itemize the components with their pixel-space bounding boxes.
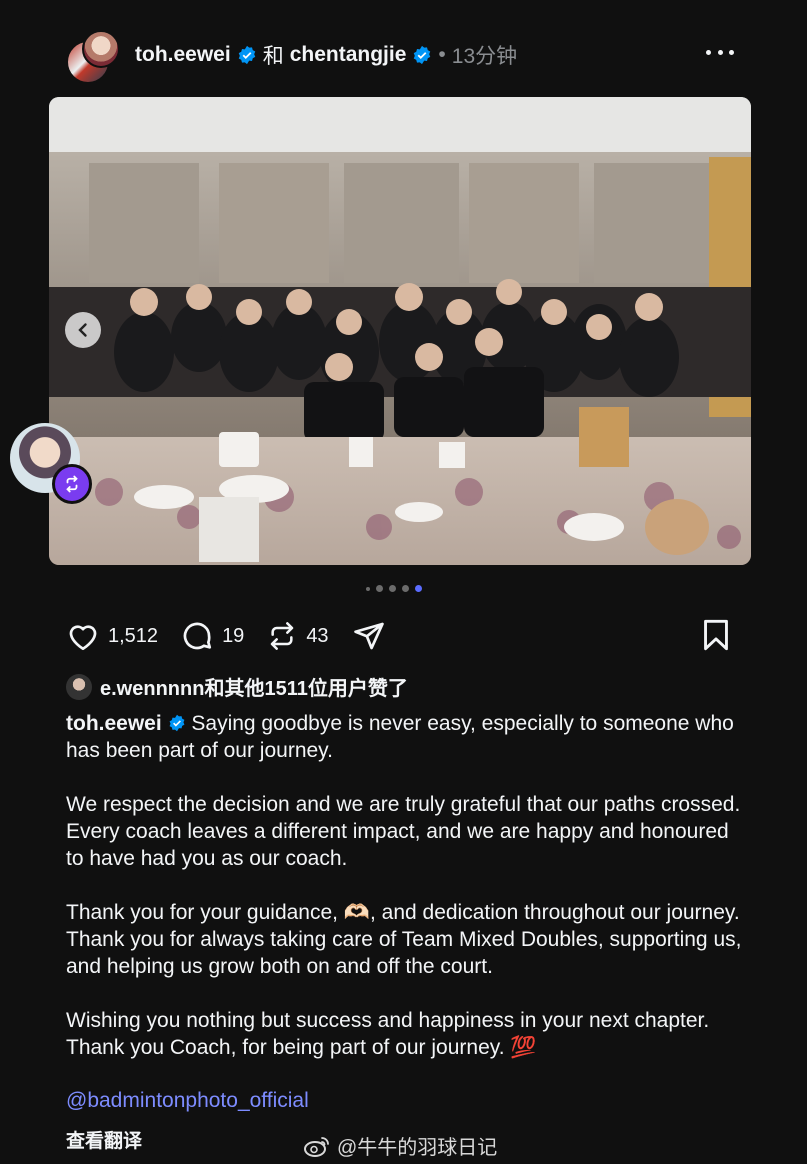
repost-badge[interactable]	[52, 464, 92, 504]
bookmark-button[interactable]	[700, 618, 732, 657]
caption-paragraph: Thank you for your guidance, 🫶🏻, and ded…	[66, 901, 742, 978]
repost-button[interactable]: 43	[266, 619, 329, 653]
caption-text: Saying goodbye is never easy, especially…	[66, 712, 734, 762]
post-photo[interactable]	[49, 97, 751, 565]
author-line: toh.eewei 和 chentangjie • 13分钟	[135, 40, 517, 70]
translate-button[interactable]: 查看翻译	[66, 1126, 142, 1153]
chevron-left-icon	[78, 323, 87, 337]
post-time: 13分钟	[451, 45, 518, 68]
carousel-dot-active[interactable]	[415, 585, 422, 592]
carousel-dot[interactable]	[366, 586, 370, 591]
verified-icon	[414, 45, 431, 65]
coauthor-name[interactable]: chentangjie	[290, 43, 407, 67]
weibo-icon	[304, 1136, 329, 1157]
more-icon[interactable]	[706, 40, 734, 64]
repost-icon	[66, 475, 78, 493]
post-caption: toh.eewei Saying goodbye is never easy, …	[66, 710, 746, 1088]
like-button[interactable]: 1,512	[66, 620, 158, 652]
carousel-dot[interactable]	[376, 585, 383, 592]
verified-icon	[169, 714, 184, 732]
heart-icon	[69, 625, 97, 651]
liked-by-text: e.wennnnn和其他1511位用户赞了	[100, 678, 408, 700]
comment-button[interactable]: 19	[180, 619, 244, 653]
conjunction: 和	[262, 45, 284, 68]
bookmark-icon	[704, 619, 728, 651]
share-button[interactable]	[351, 619, 387, 653]
watermark: @牛牛的羽球日记	[303, 1131, 497, 1160]
repost-icon	[271, 622, 294, 650]
like-count: 1,512	[108, 624, 159, 647]
caption-paragraph: toh.eewei Saying goodbye is never easy, …	[66, 710, 746, 764]
post-header: toh.eewei 和 chentangjie • 13分钟	[0, 0, 807, 100]
caption-username[interactable]: toh.eewei	[66, 712, 162, 735]
avatar	[66, 673, 92, 700]
verified-icon	[238, 45, 255, 65]
carousel-prev-button[interactable]	[65, 312, 101, 348]
group-photo-image	[49, 97, 751, 565]
liked-by[interactable]: e.wennnnn和其他1511位用户赞了	[66, 672, 408, 701]
author-name[interactable]: toh.eewei	[135, 43, 231, 67]
comment-icon	[183, 622, 212, 650]
carousel-indicator	[366, 585, 422, 592]
share-icon	[353, 622, 384, 650]
time-separator: •	[438, 43, 446, 66]
carousel-dot[interactable]	[389, 585, 396, 592]
caption-paragraph: We respect the decision and we are truly…	[66, 793, 741, 870]
action-bar: 1,512 19 43	[66, 616, 409, 656]
avatar[interactable]	[82, 30, 120, 68]
comment-count: 19	[222, 624, 245, 647]
caption-paragraph: Wishing you nothing but success and happ…	[66, 1009, 710, 1059]
mention-link[interactable]: @badmintonphoto_official	[66, 1089, 309, 1113]
watermark-text: @牛牛的羽球日记	[337, 1137, 498, 1159]
repost-count: 43	[306, 624, 329, 647]
author-avatars[interactable]	[66, 30, 120, 84]
carousel-dot[interactable]	[402, 585, 409, 592]
